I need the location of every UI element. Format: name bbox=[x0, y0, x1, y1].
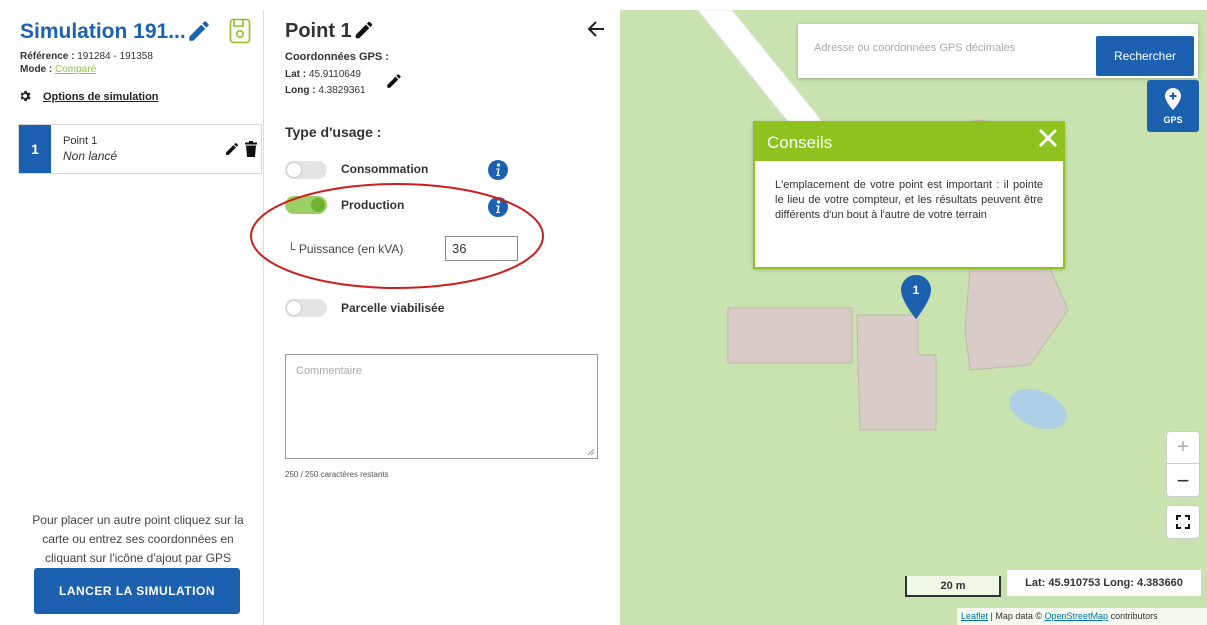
puissance-input[interactable]: 36 bbox=[445, 236, 518, 261]
building bbox=[856, 314, 937, 431]
production-toggle[interactable] bbox=[285, 196, 327, 214]
resize-grip-icon[interactable] bbox=[587, 448, 595, 456]
fullscreen-icon bbox=[1176, 515, 1190, 529]
search-button[interactable]: Rechercher bbox=[1096, 36, 1194, 76]
simulation-sidebar: Simulation 191... Référence : 191284 - 1… bbox=[8, 10, 264, 625]
edit-point-title-icon[interactable] bbox=[353, 19, 375, 41]
advice-title: Conseils bbox=[767, 133, 833, 152]
zoom-control: + − bbox=[1166, 431, 1200, 497]
attribution-suffix: contributors bbox=[1108, 611, 1158, 621]
mode-line: Mode : Comparé bbox=[20, 64, 96, 75]
add-by-gps-button[interactable]: GPS bbox=[1147, 80, 1199, 132]
info-icon[interactable] bbox=[488, 197, 508, 217]
pond bbox=[1009, 388, 1067, 430]
puissance-label: └ Puissance (en kVA) bbox=[287, 242, 403, 256]
marker-label: 1 bbox=[913, 283, 920, 297]
trash-icon[interactable] bbox=[245, 141, 257, 157]
reference-value: 191284 - 191358 bbox=[77, 51, 153, 62]
chars-remaining: 250 / 250 caractères restants bbox=[285, 470, 389, 479]
back-arrow-icon[interactable] bbox=[587, 20, 605, 38]
advice-body: L'emplacement de votre point est importa… bbox=[775, 179, 1043, 221]
address-search-input[interactable]: Adresse ou coordonnées GPS décimales bbox=[814, 42, 1015, 54]
building bbox=[964, 267, 1069, 371]
longitude-line: Long : 4.3829361 bbox=[285, 85, 366, 96]
gear-icon[interactable] bbox=[18, 89, 32, 103]
close-icon[interactable] bbox=[1037, 127, 1059, 149]
point-name: Point 1 bbox=[63, 135, 98, 147]
latitude-line: Lat : 45.9110649 bbox=[285, 69, 361, 80]
parcelle-toggle[interactable] bbox=[285, 299, 327, 317]
advice-header: Conseils bbox=[755, 123, 1063, 161]
point-title: Point 1 bbox=[285, 20, 352, 42]
edit-coordinates-icon[interactable] bbox=[385, 72, 403, 90]
point-list-item[interactable]: 1 Point 1 Non lancé bbox=[18, 124, 262, 174]
map-view[interactable]: Adresse ou coordonnées GPS décimales Rec… bbox=[620, 10, 1207, 625]
long-label: Long : bbox=[285, 85, 316, 96]
fullscreen-button[interactable] bbox=[1166, 505, 1200, 539]
simulation-title: Simulation 191... bbox=[20, 20, 186, 43]
attribution-separator: | Map data © bbox=[988, 611, 1045, 621]
advice-popup: Conseils L'emplacement de votre point es… bbox=[753, 121, 1065, 269]
leaflet-link[interactable]: Leaflet bbox=[961, 611, 988, 621]
lat-value: 45.9110649 bbox=[308, 69, 361, 80]
osm-link[interactable]: OpenStreetMap bbox=[1045, 611, 1109, 621]
cursor-coordinates: Lat: 45.910753 Long: 4.383660 bbox=[1007, 570, 1201, 596]
mode-label: Mode : bbox=[20, 64, 53, 75]
point-number-badge: 1 bbox=[19, 125, 51, 173]
map-search-bar: Adresse ou coordonnées GPS décimales Rec… bbox=[798, 24, 1198, 78]
place-point-help: Pour placer un autre point cliquez sur l… bbox=[32, 513, 244, 565]
zoom-in-button[interactable]: + bbox=[1167, 432, 1199, 464]
map-attribution: Leaflet | Map data © OpenStreetMap contr… bbox=[957, 608, 1207, 625]
consommation-label: Consommation bbox=[341, 162, 429, 176]
comment-placeholder: Commentaire bbox=[296, 365, 363, 377]
parcelle-label: Parcelle viabilisée bbox=[341, 301, 445, 315]
info-icon[interactable] bbox=[488, 160, 508, 180]
toggle-knob bbox=[311, 198, 325, 212]
point-detail-panel: Point 1 Coordonnées GPS : Lat : 45.91106… bbox=[250, 10, 620, 625]
puissance-label-text: Puissance (en kVA) bbox=[298, 242, 404, 256]
usage-type-heading: Type d'usage : bbox=[285, 124, 382, 140]
production-label: Production bbox=[341, 198, 405, 212]
edit-title-icon[interactable] bbox=[186, 18, 212, 44]
comment-textarea[interactable]: Commentaire bbox=[285, 354, 598, 459]
map-scale: 20 m bbox=[905, 576, 1001, 597]
building bbox=[727, 307, 853, 364]
toggle-knob bbox=[287, 301, 301, 315]
sub-item-marker: └ bbox=[287, 242, 296, 256]
point-marker[interactable]: 1 bbox=[901, 275, 931, 319]
launch-simulation-button[interactable]: LANCER LA SIMULATION bbox=[34, 568, 240, 614]
map-pin-plus-icon bbox=[1165, 88, 1181, 110]
simulation-options-link[interactable]: Options de simulation bbox=[43, 91, 159, 103]
point-status: Non lancé bbox=[63, 149, 118, 163]
app-root: Simulation 191... Référence : 191284 - 1… bbox=[0, 0, 1207, 625]
gps-heading: Coordonnées GPS : bbox=[285, 51, 389, 63]
consommation-toggle[interactable] bbox=[285, 161, 327, 179]
reference-line: Référence : 191284 - 191358 bbox=[20, 51, 153, 62]
edit-point-icon[interactable] bbox=[224, 141, 240, 157]
gps-button-label: GPS bbox=[1163, 115, 1183, 125]
save-icon[interactable] bbox=[229, 18, 251, 44]
reference-label: Référence : bbox=[20, 51, 75, 62]
long-value: 4.3829361 bbox=[318, 85, 366, 96]
zoom-out-button[interactable]: − bbox=[1167, 465, 1199, 497]
lat-label: Lat : bbox=[285, 69, 307, 80]
toggle-knob bbox=[287, 163, 301, 177]
mode-link[interactable]: Comparé bbox=[55, 64, 96, 75]
